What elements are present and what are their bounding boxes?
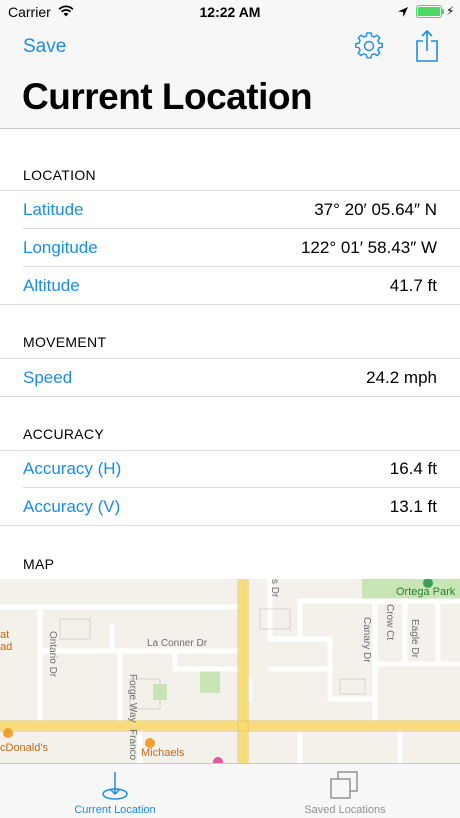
navigation-bar: Save Current Location xyxy=(0,24,460,129)
map-label-street: La Conner Dr xyxy=(147,638,208,649)
map-label-business: Michaels xyxy=(141,747,185,759)
row-longitude[interactable]: Longitude 122° 01′ 58.43″ W xyxy=(0,229,460,267)
status-bar: Carrier 12:22 AM ⚡ xyxy=(0,0,460,24)
row-label: Accuracy (V) xyxy=(23,497,121,516)
save-button[interactable]: Save xyxy=(23,36,66,58)
row-value: 24.2 mph xyxy=(366,368,437,387)
battery-tip xyxy=(442,9,444,14)
page-title: Current Location xyxy=(22,76,313,117)
location-details: LOCATION Latitude 37° 20′ 05.64″ N Longi… xyxy=(0,129,460,763)
section-header-map: MAP xyxy=(23,556,55,572)
map-label-street: Crow Ct xyxy=(384,604,395,641)
map-label-park: Ortega Park xyxy=(396,586,456,598)
tab-bar: Current Location Saved Locations xyxy=(0,763,460,818)
row-label: Altitude xyxy=(23,276,80,295)
map-label-street: Forge Way xyxy=(127,674,138,723)
location-pin-icon xyxy=(102,772,128,800)
map-label-street: Eagle Dr xyxy=(409,619,420,658)
row-label: Longitude xyxy=(23,238,98,257)
map-label-street: Franco xyxy=(127,729,138,761)
row-altitude[interactable]: Altitude 41.7 ft xyxy=(0,267,460,305)
row-label: Latitude xyxy=(23,200,84,219)
map-label-business: at xyxy=(0,629,10,641)
charging-icon: ⚡ xyxy=(446,4,455,18)
map-label-street: Ontario Dr xyxy=(47,631,58,678)
section-header-location: LOCATION xyxy=(23,167,96,183)
tab-label: Saved Locations xyxy=(304,804,386,816)
row-latitude[interactable]: Latitude 37° 20′ 05.64″ N xyxy=(0,191,460,229)
stacked-squares-icon xyxy=(330,771,358,799)
clock: 12:22 AM xyxy=(199,4,261,20)
row-value: 122° 01′ 58.43″ W xyxy=(300,238,437,257)
section-header-accuracy: ACCURACY xyxy=(23,426,104,442)
row-label: Speed xyxy=(23,368,73,387)
row-value: 37° 20′ 05.64″ N xyxy=(314,200,437,219)
row-speed[interactable]: Speed 24.2 mph xyxy=(0,359,460,397)
map-label-street: Canary Dr xyxy=(361,617,372,663)
map-label-business: ad xyxy=(0,641,13,653)
row-label: Accuracy (H) xyxy=(23,459,122,478)
tab-saved-locations[interactable]: Saved Locations xyxy=(230,764,460,818)
row-value: 13.1 ft xyxy=(389,497,437,516)
battery-icon xyxy=(416,5,442,18)
row-accuracy-h[interactable]: Accuracy (H) 16.4 ft xyxy=(0,450,460,488)
row-accuracy-v[interactable]: Accuracy (V) 13.1 ft xyxy=(0,488,460,526)
map-label-business: cDonald's xyxy=(0,742,48,754)
row-value: 16.4 ft xyxy=(389,459,437,478)
tab-current-location[interactable]: Current Location xyxy=(0,764,230,818)
map-label-street: s Dr xyxy=(269,579,280,598)
gear-icon[interactable] xyxy=(355,32,383,60)
tab-label: Current Location xyxy=(74,804,156,816)
location-services-icon xyxy=(398,7,408,17)
section-header-movement: MOVEMENT xyxy=(23,334,107,350)
map-view[interactable]: Ortega Park La Conner Dr Ontario Dr Forg… xyxy=(0,579,460,763)
share-icon[interactable] xyxy=(415,30,439,62)
row-value: 41.7 ft xyxy=(389,276,437,295)
divider xyxy=(0,396,460,397)
divider xyxy=(0,525,460,526)
divider xyxy=(0,304,460,305)
